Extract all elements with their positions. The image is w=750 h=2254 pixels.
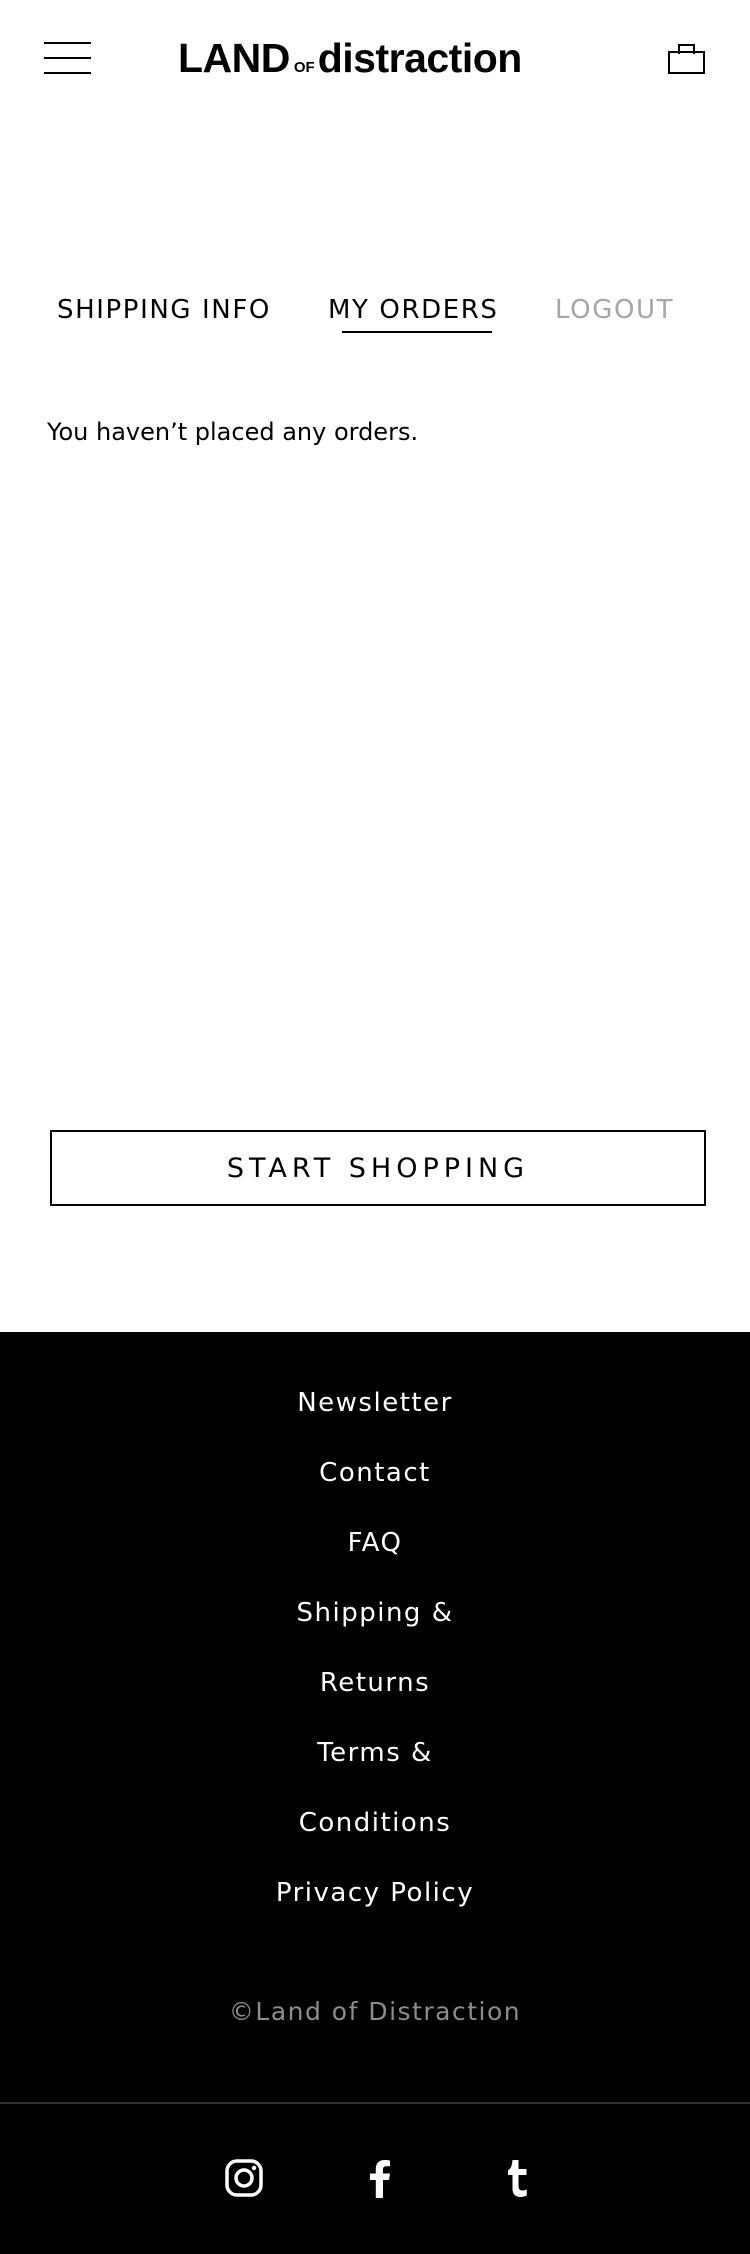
footer-link-conditions[interactable]: Conditions <box>0 1788 750 1858</box>
footer-link-shipping[interactable]: Shipping & <box>0 1578 750 1648</box>
tumblr-icon[interactable] <box>498 2158 538 2198</box>
hamburger-menu-icon[interactable] <box>44 42 91 74</box>
footer-link-newsletter[interactable]: Newsletter <box>0 1368 750 1438</box>
site-logo[interactable]: LAND OF distraction <box>178 30 572 86</box>
bag-body <box>668 51 705 74</box>
copyright-text: ©Land of Distraction <box>228 1997 522 2026</box>
tab-my-orders[interactable]: MY ORDERS <box>328 290 499 330</box>
hamburger-line <box>44 42 91 44</box>
footer-link-returns[interactable]: Returns <box>0 1648 750 1718</box>
start-shopping-button[interactable]: START SHOPPING <box>50 1130 706 1206</box>
start-shopping-label: START SHOPPING <box>226 1152 530 1184</box>
site-header: LAND OF distraction <box>0 0 750 118</box>
no-orders-message: You haven’t placed any orders. <box>47 418 419 446</box>
tab-shipping-info[interactable]: SHIPPING INFO <box>57 290 271 330</box>
footer-link-faq[interactable]: FAQ <box>0 1508 750 1578</box>
account-tabs: SHIPPING INFO MY ORDERS LOGOUT <box>0 290 750 338</box>
hamburger-line <box>44 72 91 74</box>
facebook-icon[interactable] <box>360 2158 400 2198</box>
footer-link-terms[interactable]: Terms & <box>0 1718 750 1788</box>
hamburger-line <box>44 57 91 59</box>
tab-logout[interactable]: LOGOUT <box>555 290 674 330</box>
site-footer: Newsletter Contact FAQ Shipping & Return… <box>0 1332 750 2254</box>
logo-land: LAND <box>178 35 290 81</box>
logo-of: OF <box>293 59 315 76</box>
footer-link-contact[interactable]: Contact <box>0 1438 750 1508</box>
logo-distraction: distraction <box>317 35 523 81</box>
footer-link-privacy-policy[interactable]: Privacy Policy <box>0 1858 750 1928</box>
active-tab-underline <box>342 331 492 333</box>
shopping-bag-icon[interactable] <box>668 44 705 74</box>
footer-divider <box>0 2102 750 2104</box>
footer-links: Newsletter Contact FAQ Shipping & Return… <box>0 1368 750 1928</box>
instagram-icon[interactable] <box>224 2158 264 2198</box>
